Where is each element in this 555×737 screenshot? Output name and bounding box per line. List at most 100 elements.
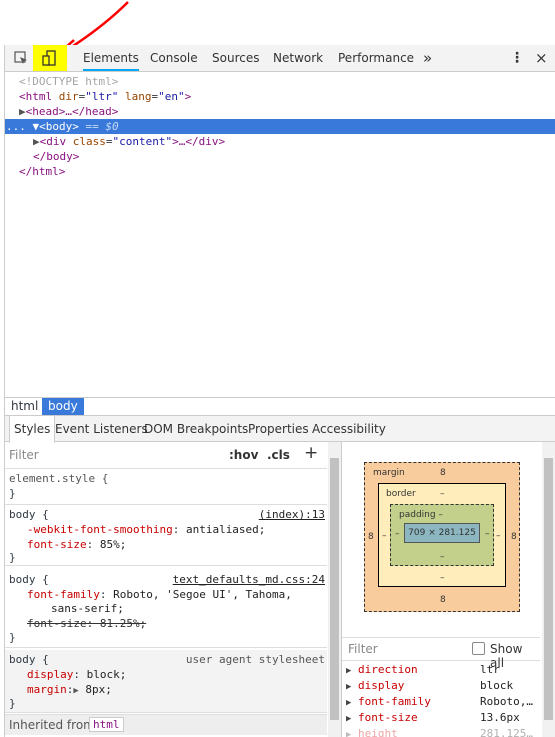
styles-pane: Filter :hov .cls + element.style { } bod… <box>4 442 342 737</box>
rule-close-brace: } <box>9 551 16 564</box>
computed-pane: margin 8 8 8 8 border – – – – padding – … <box>342 442 555 737</box>
styles-filter-input[interactable]: Filter <box>9 448 39 462</box>
border-label: border <box>386 489 416 499</box>
box-model-border[interactable]: border – – – – padding – – – – 709 × 281… <box>378 483 506 587</box>
div-content-node[interactable]: ▶<div class="content">…</div> <box>33 134 225 149</box>
box-model-margin[interactable]: margin 8 8 8 8 border – – – – padding – … <box>364 462 520 612</box>
rule-selector[interactable]: body { <box>9 572 49 587</box>
html-attr-dir-value: "ltr" <box>85 90 119 103</box>
annotation-arrow <box>66 1 129 45</box>
element-style-selector[interactable]: element.style { <box>9 471 108 486</box>
css-property[interactable]: -webkit-font-smoothing: antialiased; <box>27 522 265 537</box>
breadcrumb-html[interactable]: html <box>5 398 44 415</box>
padding-right-value[interactable]: – <box>485 529 490 539</box>
body-close-node[interactable]: </body> <box>33 149 79 164</box>
margin-left-value[interactable]: 8 <box>368 532 374 542</box>
computed-row[interactable]: ▶ font-size 13.6px <box>346 710 536 726</box>
html-tag-name: html <box>25 90 53 103</box>
border-left-value[interactable]: – <box>382 531 387 541</box>
border-right-value[interactable]: – <box>496 531 501 541</box>
new-style-rule-button[interactable]: + <box>304 443 318 463</box>
tab-properties[interactable]: Properties <box>248 416 309 442</box>
computed-row[interactable]: ▶ height 281.125… <box>346 726 536 737</box>
tab-elements[interactable]: Elements <box>83 45 139 71</box>
tab-styles[interactable]: Styles <box>9 416 56 443</box>
overridden-css-property[interactable]: font-size: 81.25%; <box>27 616 146 631</box>
computed-scrollbar[interactable] <box>542 442 555 737</box>
head-node[interactable]: ▶<head>…</head> <box>19 104 118 119</box>
html-attr-lang: lang <box>125 90 152 103</box>
tab-console[interactable]: Console <box>150 45 198 71</box>
tab-sources[interactable]: Sources <box>212 45 259 71</box>
rule-selector[interactable]: body { <box>9 652 49 667</box>
more-tabs-button[interactable]: » <box>423 45 432 71</box>
computed-row[interactable]: ▶ direction ltr <box>346 662 536 678</box>
inherited-from-tag[interactable]: html <box>89 717 124 732</box>
padding-label: padding – <box>399 510 443 520</box>
padding-bottom-value[interactable]: – <box>440 552 445 562</box>
computed-row[interactable]: ▶ font-family Roboto,… <box>346 694 536 710</box>
border-bottom-value[interactable]: – <box>440 573 445 583</box>
node-ellipsis[interactable]: ... <box>5 120 26 133</box>
css-property[interactable]: display: block; <box>27 667 126 682</box>
style-rule-user-agent: body { user agent stylesheet display: bl… <box>5 650 327 713</box>
html-attr-lang-value: "en" <box>158 90 185 103</box>
margin-label: margin <box>373 468 405 478</box>
box-model-content[interactable]: 709 × 281.125 <box>404 523 480 543</box>
html-close-node[interactable]: </html> <box>19 164 65 179</box>
margin-top-value[interactable]: 8 <box>440 468 446 478</box>
margin-bottom-value[interactable]: 8 <box>440 595 446 605</box>
rule-source-label: user agent stylesheet <box>185 653 325 666</box>
div-attr-class: class <box>72 135 106 148</box>
computed-filter-input[interactable]: Filter <box>348 642 378 656</box>
css-property[interactable]: font-family: Roboto, 'Segoe UI', Tahoma, <box>27 587 292 602</box>
style-rule-text-defaults: body { text_defaults_md.css:24 font-fami… <box>5 570 327 648</box>
expand-triangle-icon[interactable]: ▶ <box>346 698 351 708</box>
tab-event-listeners[interactable]: Event Listeners <box>55 416 148 442</box>
close-devtools-button[interactable]: × <box>535 45 548 71</box>
hover-state-toggle[interactable]: :hov <box>229 448 258 462</box>
device-toolbar-icon[interactable] <box>33 45 67 71</box>
tab-accessibility[interactable]: Accessibility <box>312 416 386 442</box>
rule-source-link[interactable]: (index):13 <box>259 507 325 522</box>
padding-left-value[interactable]: – <box>395 529 400 539</box>
class-toggle[interactable]: .cls <box>267 448 290 462</box>
border-top-value[interactable]: – <box>440 489 445 499</box>
doctype-node[interactable]: <!DOCTYPE html> <box>19 74 118 89</box>
css-property-continuation: sans-serif; <box>51 602 124 615</box>
css-property[interactable]: margin:▶ 8px; <box>27 682 112 697</box>
expand-triangle-icon[interactable]: ▶ <box>346 730 351 737</box>
styles-scrollbar-thumb[interactable] <box>330 458 339 720</box>
tab-dom-breakpoints[interactable]: DOM Breakpoints <box>144 416 248 442</box>
box-model-padding[interactable]: padding – – – – 709 × 281.125 <box>390 504 494 566</box>
expand-triangle-icon[interactable]: ▶ <box>19 105 26 118</box>
devtools-toolbar: Elements Console Sources Network Perform… <box>4 45 555 72</box>
tab-performance[interactable]: Performance <box>338 45 414 71</box>
html-node[interactable]: <html dir="ltr" lang="en"> <box>19 89 191 104</box>
expand-triangle-icon[interactable]: ▶ <box>346 666 351 676</box>
rule-source-link[interactable]: text_defaults_md.css:24 <box>173 572 325 587</box>
inherited-from-label: Inherited from <box>9 718 95 732</box>
rule-close-brace: } <box>9 697 16 710</box>
more-menu-button[interactable]: ⋮ <box>510 45 524 71</box>
breadcrumb-body[interactable]: body <box>42 398 84 415</box>
computed-filter-bar: Filter Show all <box>342 637 540 670</box>
inspect-element-icon[interactable] <box>11 45 31 71</box>
styles-scrollbar[interactable] <box>328 442 341 737</box>
computed-row[interactable]: ▶ display block <box>346 678 536 694</box>
style-rule-index: body { (index):13 -webkit-font-smoothing… <box>5 505 327 566</box>
computed-scrollbar-thumb[interactable] <box>544 458 553 720</box>
show-all-checkbox[interactable] <box>472 642 485 655</box>
inherited-from-header: Inherited from html <box>5 714 327 735</box>
styles-filter-bar: Filter :hov .cls + <box>5 442 327 469</box>
tab-network[interactable]: Network <box>273 45 323 71</box>
expand-triangle-icon[interactable]: ▶ <box>73 686 78 696</box>
expand-triangle-icon[interactable]: ▶ <box>346 682 351 692</box>
expand-triangle-icon[interactable]: ▶ <box>33 135 40 148</box>
margin-right-value[interactable]: 8 <box>511 532 517 542</box>
expand-triangle-icon[interactable]: ▶ <box>346 714 351 724</box>
content-size-value[interactable]: 709 × 281.125 <box>408 528 476 538</box>
css-property[interactable]: font-size: 85%; <box>27 537 126 552</box>
body-node-selected[interactable]: ... ▼<body> == $0 <box>5 119 555 134</box>
rule-selector[interactable]: body { <box>9 507 49 522</box>
